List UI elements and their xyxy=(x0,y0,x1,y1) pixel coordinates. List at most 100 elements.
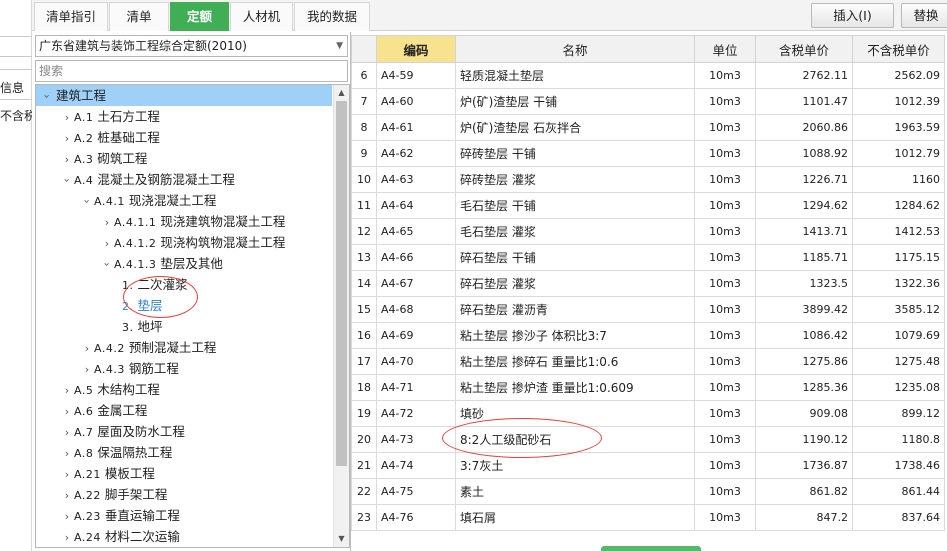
row-index-cell[interactable]: 9 xyxy=(351,140,377,167)
table-row[interactable]: 17 A4-70 粘土垫层 掺碎石 重量比1:0.6 10m3 1275.86 1275.… xyxy=(351,348,945,375)
quota-name-cell[interactable]: 碎石垫层 灌沥青 xyxy=(455,296,695,323)
quota-code-cell[interactable]: A4-64 xyxy=(376,192,456,219)
tree-item[interactable]: › A.2 桩基础工程 xyxy=(36,127,160,148)
row-index-cell[interactable]: 21 xyxy=(351,452,377,479)
table-row[interactable]: 14 A4-67 碎石垫层 灌浆 10m3 1323.5 1322.36 xyxy=(351,270,945,297)
tab-labor-material-machine[interactable]: 人材机 xyxy=(230,2,293,31)
tree-item[interactable]: › A.4.1.2 现浇构筑物混凝土工程 xyxy=(36,232,286,253)
unit-cell[interactable]: 10m3 xyxy=(694,374,756,401)
quota-name-cell[interactable]: 炉(矿)渣垫层 石灰拌合 xyxy=(455,114,695,141)
price-without-tax-cell[interactable]: 1180.8 xyxy=(852,426,945,453)
chevron-right-icon[interactable]: › xyxy=(60,401,74,422)
chevron-down-icon[interactable]: › xyxy=(37,90,58,104)
price-with-tax-cell[interactable]: 1323.5 xyxy=(755,270,853,297)
chevron-right-icon[interactable]: › xyxy=(60,443,74,464)
quota-code-cell[interactable]: A4-66 xyxy=(376,244,456,271)
unit-cell[interactable]: 10m3 xyxy=(694,166,756,193)
table-row[interactable]: 21 A4-74 3:7灰土 10m3 1736.87 1738.46 xyxy=(351,452,945,479)
chevron-down-icon[interactable]: › xyxy=(57,174,78,188)
quota-name-cell[interactable]: 粘土垫层 掺沙子 体积比3:7 xyxy=(455,322,695,349)
quota-code-cell[interactable]: A4-76 xyxy=(376,504,456,531)
row-index-cell[interactable]: 22 xyxy=(351,478,377,505)
insert-button[interactable]: 插入(I) xyxy=(811,3,894,28)
price-without-tax-cell[interactable]: 837.64 xyxy=(852,504,945,531)
row-index-cell[interactable]: 17 xyxy=(351,348,377,375)
unit-cell[interactable]: 10m3 xyxy=(694,400,756,427)
price-with-tax-cell[interactable]: 1101.47 xyxy=(755,88,853,115)
price-without-tax-cell[interactable]: 1012.39 xyxy=(852,88,945,115)
col-header-index[interactable] xyxy=(351,35,377,63)
quota-name-cell[interactable]: 碎石垫层 灌浆 xyxy=(455,270,695,297)
unit-cell[interactable]: 10m3 xyxy=(694,114,756,141)
quota-name-cell[interactable]: 碎石垫层 干铺 xyxy=(455,244,695,271)
row-index-cell[interactable]: 13 xyxy=(351,244,377,271)
quota-name-cell[interactable]: 碎砖垫层 干铺 xyxy=(455,140,695,167)
tree-item[interactable]: › A.22 脚手架工程 xyxy=(36,484,168,505)
unit-cell[interactable]: 10m3 xyxy=(694,504,756,531)
tree-item[interactable]: › A.8 保温隔热工程 xyxy=(36,442,173,464)
quota-code-cell[interactable]: A4-70 xyxy=(376,348,456,375)
tree-item[interactable]: › A.4.1.1 现浇建筑物混凝土工程 xyxy=(36,211,286,233)
tree-item[interactable]: › A.4.3 钢筋工程 xyxy=(36,358,179,379)
price-with-tax-cell[interactable]: 1413.71 xyxy=(755,218,853,245)
price-with-tax-cell[interactable]: 3899.42 xyxy=(755,296,853,323)
chevron-right-icon[interactable]: › xyxy=(100,212,114,233)
chevron-right-icon[interactable]: › xyxy=(60,380,74,401)
unit-cell[interactable]: 10m3 xyxy=(694,140,756,167)
chevron-right-icon[interactable]: › xyxy=(60,128,74,149)
tree-item[interactable]: › A.3 砌筑工程 xyxy=(36,148,148,170)
chevron-right-icon[interactable]: › xyxy=(60,422,74,443)
quota-name-cell[interactable]: 素土 xyxy=(455,478,695,505)
chevron-right-icon[interactable]: › xyxy=(60,527,74,547)
table-row[interactable]: 12 A4-65 毛石垫层 灌浆 10m3 1413.71 1412.53 xyxy=(351,218,945,245)
quota-code-cell[interactable]: A4-71 xyxy=(376,374,456,401)
unit-cell[interactable]: 10m3 xyxy=(694,452,756,479)
price-without-tax-cell[interactable]: 899.12 xyxy=(852,400,945,427)
price-with-tax-cell[interactable]: 2060.86 xyxy=(755,114,853,141)
price-with-tax-cell[interactable]: 861.82 xyxy=(755,478,853,505)
search-input[interactable] xyxy=(35,60,348,82)
tree-item[interactable]: ›A.4.1 现浇混凝土工程 xyxy=(36,190,217,211)
quota-code-cell[interactable]: A4-72 xyxy=(376,400,456,427)
col-header-price-with-tax[interactable]: 含税单价 xyxy=(755,35,853,63)
chevron-right-icon[interactable]: › xyxy=(60,149,74,170)
row-index-cell[interactable]: 18 xyxy=(351,374,377,401)
chevron-right-icon[interactable]: › xyxy=(60,107,74,128)
chevron-down-icon[interactable]: › xyxy=(77,195,98,209)
price-without-tax-cell[interactable]: 1175.15 xyxy=(852,244,945,271)
price-with-tax-cell[interactable]: 1275.86 xyxy=(755,348,853,375)
quota-code-cell[interactable]: A4-65 xyxy=(376,218,456,245)
table-row[interactable]: 15 A4-68 碎石垫层 灌沥青 10m3 3899.42 3585.12 xyxy=(351,296,945,323)
price-without-tax-cell[interactable]: 2562.09 xyxy=(852,62,945,89)
row-index-cell[interactable]: 7 xyxy=(351,88,377,115)
quota-code-cell[interactable]: A4-63 xyxy=(376,166,456,193)
replace-button[interactable]: 替换 xyxy=(901,3,947,28)
tree-item[interactable]: › A.6 金属工程 xyxy=(36,400,148,422)
scrollbar-thumb[interactable] xyxy=(336,101,347,466)
tab-quota[interactable]: 定额 xyxy=(170,2,229,31)
chevron-right-icon[interactable]: › xyxy=(80,359,94,380)
row-index-cell[interactable]: 16 xyxy=(351,322,377,349)
price-without-tax-cell[interactable]: 1963.59 xyxy=(852,114,945,141)
unit-cell[interactable]: 10m3 xyxy=(694,244,756,271)
unit-cell[interactable]: 10m3 xyxy=(694,192,756,219)
price-without-tax-cell[interactable]: 1322.36 xyxy=(852,270,945,297)
unit-cell[interactable]: 10m3 xyxy=(694,88,756,115)
price-without-tax-cell[interactable]: 1275.48 xyxy=(852,348,945,375)
quota-name-cell[interactable]: 轻质混凝土垫层 xyxy=(455,62,695,89)
unit-cell[interactable]: 10m3 xyxy=(694,348,756,375)
row-index-cell[interactable]: 19 xyxy=(351,400,377,427)
chevron-right-icon[interactable]: › xyxy=(60,464,74,485)
tree-item[interactable]: › A.1 土石方工程 xyxy=(36,106,160,127)
quota-code-cell[interactable]: A4-59 xyxy=(376,62,456,89)
table-row[interactable]: 18 A4-71 粘土垫层 掺炉渣 重量比1:0.609 10m3 1285.36 123… xyxy=(351,374,945,401)
tab-list[interactable]: 清单 xyxy=(109,2,169,31)
table-row[interactable]: 10 A4-63 碎砖垫层 灌浆 10m3 1226.71 1160 xyxy=(351,166,945,193)
col-header-unit[interactable]: 单位 xyxy=(694,35,756,63)
tab-my-data[interactable]: 我的数据 xyxy=(294,2,370,31)
quota-code-cell[interactable]: A4-69 xyxy=(376,322,456,349)
table-row[interactable]: 13 A4-66 碎石垫层 干铺 10m3 1185.71 1175.15 xyxy=(351,244,945,271)
quota-name-cell[interactable]: 炉(矿)渣垫层 干铺 xyxy=(455,88,695,115)
scroll-down-icon[interactable]: ▼ xyxy=(334,531,349,547)
unit-cell[interactable]: 10m3 xyxy=(694,62,756,89)
